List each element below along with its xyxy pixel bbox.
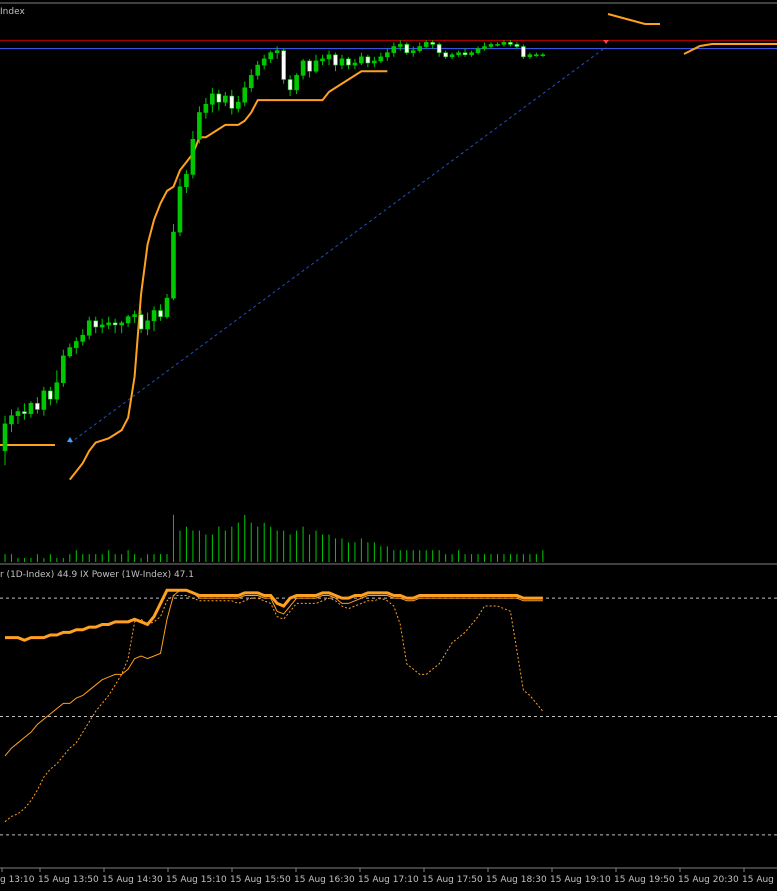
candle [171,223,176,301]
x-tick-label: 15 Aug 17:10 [358,875,419,885]
x-tick-label: 15 Aug 15:10 [166,875,227,885]
candle [521,44,526,59]
main-chart-title: Index [0,7,25,17]
x-tick-label: 15 Aug 20:30 [678,875,739,885]
candle [281,48,286,84]
chart-background [0,0,777,891]
x-tick-label: 15 Aug 14:30 [102,875,163,885]
x-tick-label: 15 Aug 13:50 [38,875,99,885]
x-tick-label: 15 Aug 18:30 [486,875,547,885]
x-tick-label: 15 Aug 16:30 [294,875,355,885]
x-tick-label: 15 Aug 15:50 [230,875,291,885]
candle [177,178,183,237]
x-tick-label: 15 Aug 2 [742,875,777,885]
indicator-title: r (1D-Index) 44.9 IX Power (1W-Index) 47… [0,570,194,580]
trading-chart[interactable]: Index r (1D-Index) 44.9 IX Power (1W-Ind… [0,0,777,891]
x-tick-label: g 13:10 [0,875,35,885]
x-tick-label: 15 Aug 17:50 [422,875,483,885]
candle [404,42,410,55]
x-tick-label: 15 Aug 19:10 [550,875,611,885]
x-tick-label: 15 Aug 19:50 [614,875,675,885]
